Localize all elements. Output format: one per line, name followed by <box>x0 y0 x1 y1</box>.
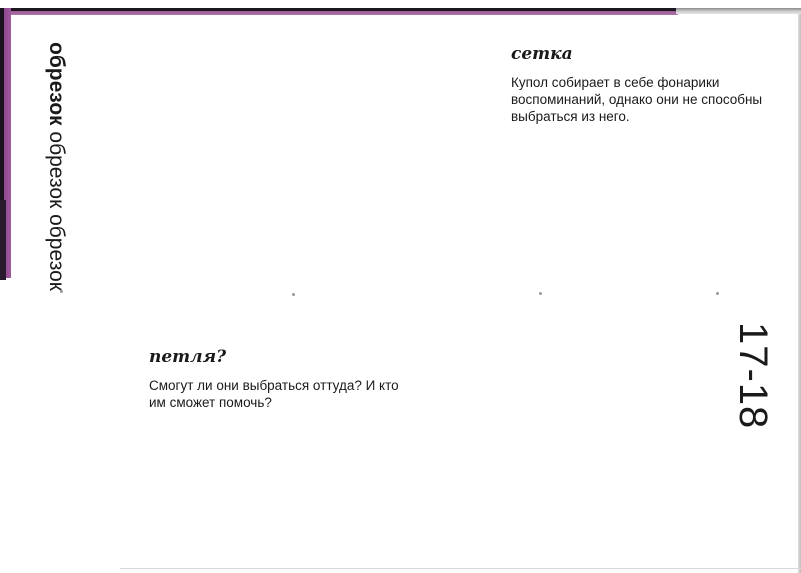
fold-mark <box>60 290 63 293</box>
fold-mark <box>292 293 295 296</box>
top-right-edge-strip <box>676 8 801 14</box>
fold-mark <box>716 292 719 295</box>
fold-mark <box>539 292 542 295</box>
page-number: 17-18 <box>731 322 775 429</box>
side-header-light-words: обрезок обрезок <box>45 125 68 291</box>
side-running-header: обрезок обрезок обрезок <box>41 42 71 291</box>
bottom-edge-line <box>120 568 801 569</box>
section-setka: сетка Купол собирает в себе фонарики вос… <box>511 44 771 125</box>
section-text: Купол собирает в себе фонарики воспомина… <box>511 75 763 124</box>
left-edge-dark-strip <box>0 200 6 280</box>
page-number-text: 17-18 <box>731 322 775 430</box>
section-heading: петля? <box>149 347 227 367</box>
section-petlya: петля? Смогут ли они выбраться оттуда? И… <box>149 347 419 411</box>
side-header-bold-word: обрезок <box>45 42 68 126</box>
scanned-page: обрезок обрезок обрезок сетка Купол соби… <box>0 0 801 573</box>
section-heading: сетка <box>511 44 573 64</box>
top-edge-strip <box>8 8 678 15</box>
section-text: Смогут ли они выбраться оттуда? И кто им… <box>149 378 399 410</box>
